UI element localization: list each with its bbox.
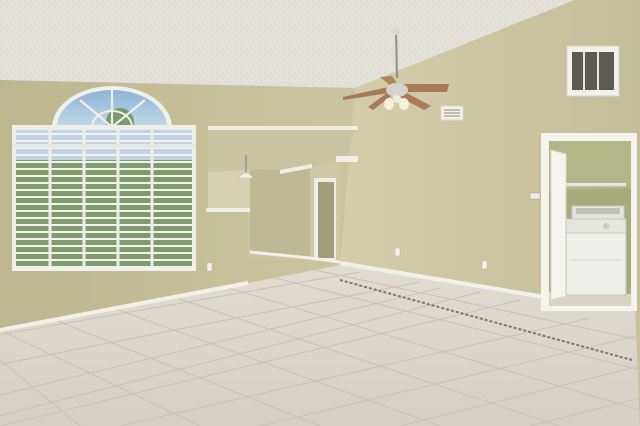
hallway-counter-edge (206, 208, 250, 212)
outlet-icon (394, 247, 401, 257)
hallway-door-opening (318, 182, 334, 258)
outlet-icon (206, 262, 213, 272)
thermostat-icon (529, 192, 541, 200)
outlet-icon (481, 260, 488, 270)
room-scene (0, 0, 640, 426)
washer-icon (565, 205, 627, 296)
laundry-door[interactable] (550, 149, 567, 301)
hallway-beam (336, 156, 358, 162)
air-vent-icon (566, 45, 620, 97)
air-vent-icon (440, 105, 464, 121)
hallway-soffit (208, 126, 358, 130)
laundry-room (541, 133, 637, 311)
hallway-back-wall (250, 168, 310, 258)
